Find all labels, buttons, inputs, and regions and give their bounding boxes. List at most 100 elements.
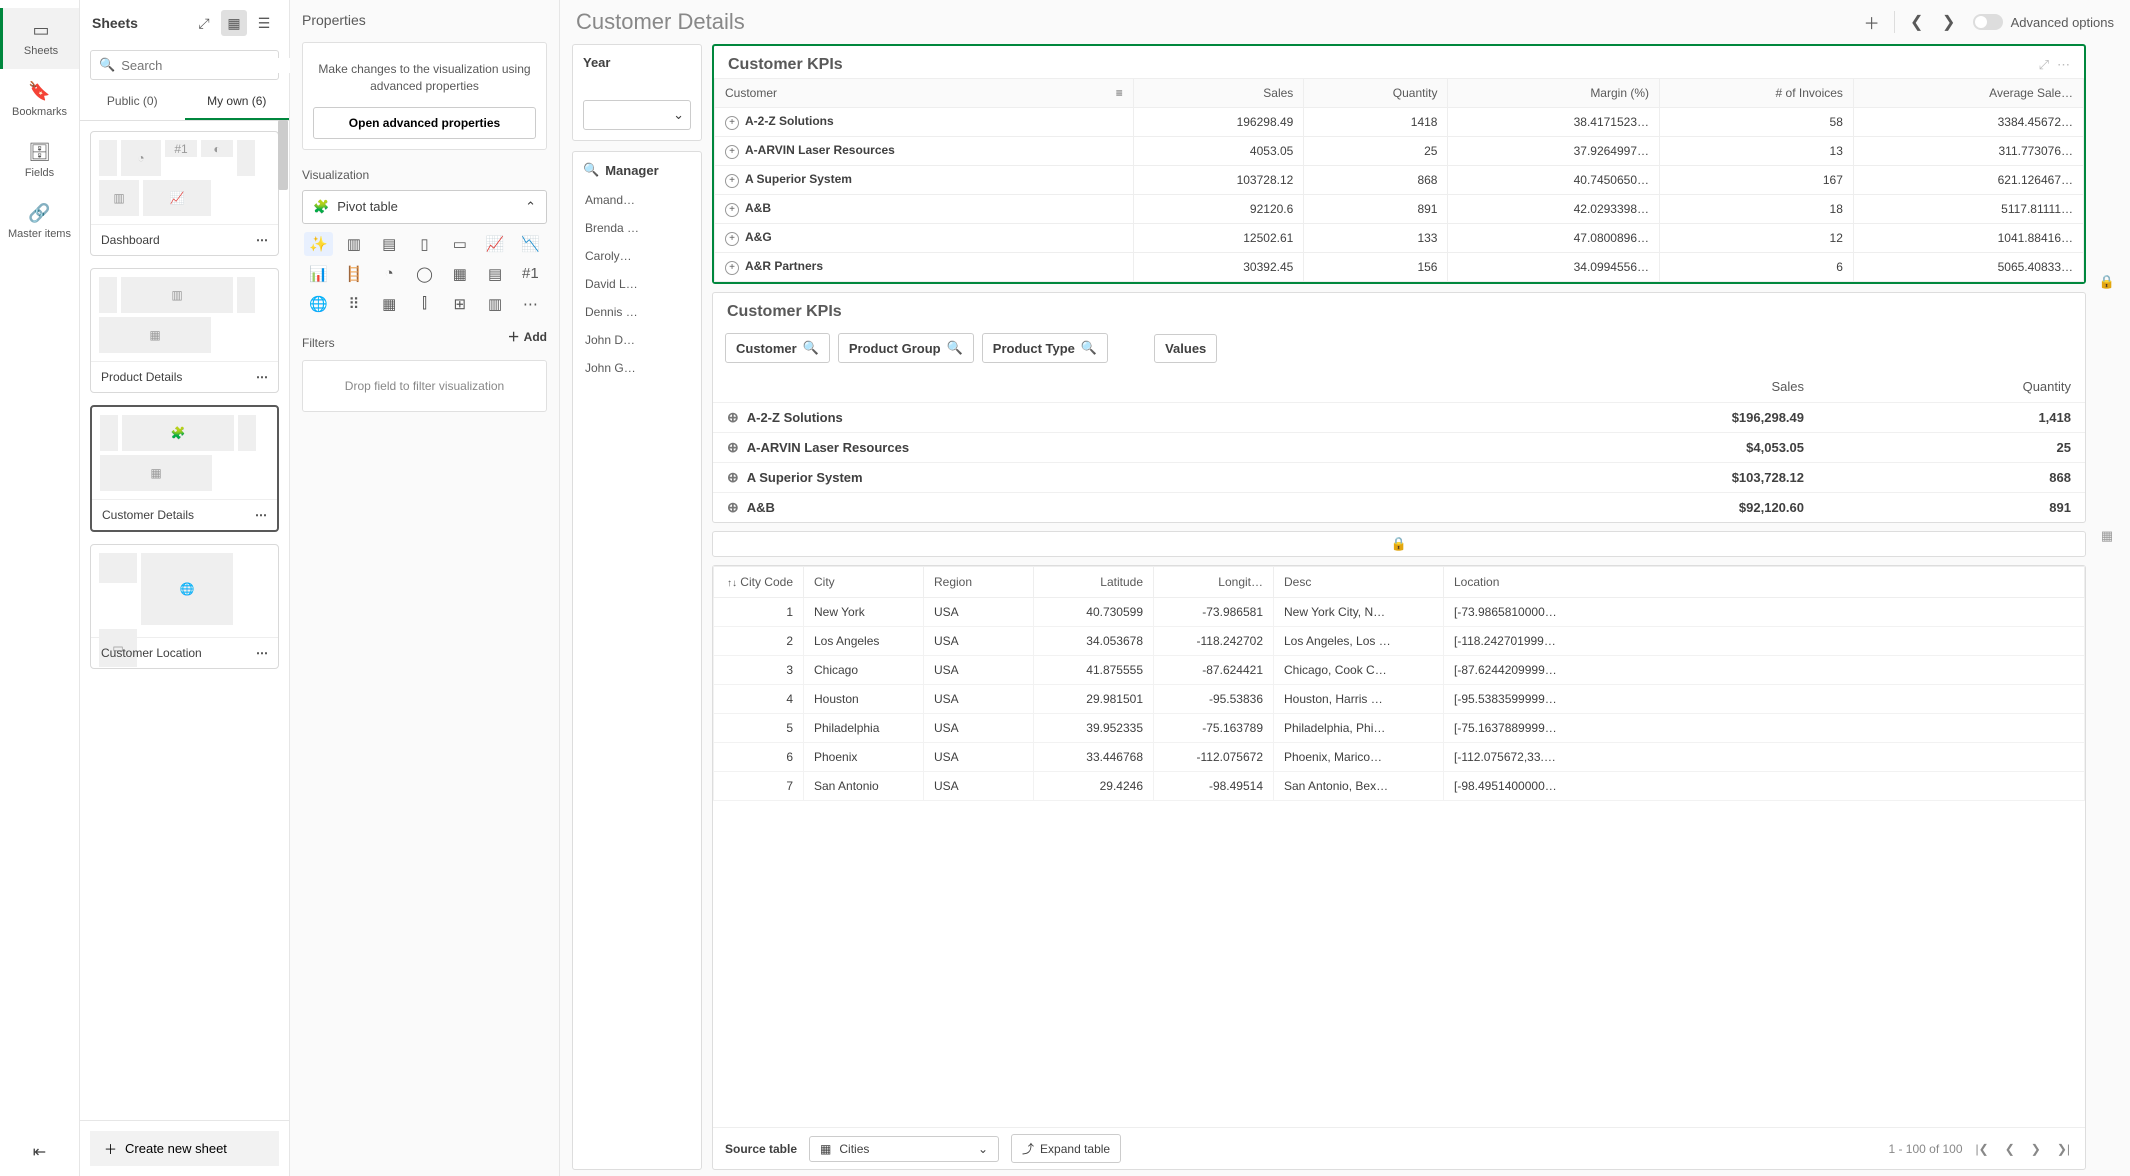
table-row[interactable]: +A&G12502.6113347.0800896…121041.88416… (715, 224, 2084, 253)
page-last-icon[interactable]: ❯| (2054, 1142, 2073, 1156)
prev-sheet-button[interactable]: ❮ (1903, 8, 1931, 36)
table-row[interactable]: ⊕A-2-Z Solutions$196,298.491,418 (713, 403, 2085, 433)
search-icon[interactable]: 🔍 (583, 162, 599, 178)
table-row[interactable]: 4HoustonUSA29.981501-95.53836Houston, Ha… (714, 685, 2085, 714)
column-header[interactable]: Quantity (1304, 79, 1448, 108)
column-header[interactable]: Longit… (1154, 567, 1274, 598)
next-sheet-button[interactable]: ❯ (1935, 8, 1963, 36)
table-row[interactable]: ⊕A Superior System$103,728.12868 (713, 463, 2085, 493)
viz-distribution-icon[interactable]: ⫿ (410, 292, 439, 316)
sheet-menu-icon[interactable]: ⋯ (256, 233, 268, 247)
viz-donut-icon[interactable]: ◯ (410, 262, 439, 286)
page-prev-icon[interactable]: ❮ (2002, 1142, 2018, 1156)
table-row[interactable]: 1New YorkUSA40.730599-73.986581New York … (714, 598, 2085, 627)
table-row[interactable]: 5PhiladelphiaUSA39.952335-75.163789Phila… (714, 714, 2085, 743)
pill-product-group[interactable]: Product Group🔍 (838, 333, 974, 363)
open-advanced-button[interactable]: Open advanced properties (313, 107, 536, 139)
sidebar-item-bookmarks[interactable]: 🔖Bookmarks (0, 69, 79, 130)
list-item[interactable]: Amand… (583, 186, 691, 214)
create-sheet-button[interactable]: ＋Create new sheet (90, 1131, 279, 1166)
viz-type-select[interactable]: 🧩 Pivot table ⌃ (302, 190, 547, 224)
table-row[interactable]: 3ChicagoUSA41.875555-87.624421Chicago, C… (714, 656, 2085, 685)
search-input-wrap[interactable]: 🔍 (90, 50, 279, 80)
page-title[interactable]: Customer Details (576, 9, 1856, 35)
viz-bar-icon[interactable]: ▥ (339, 232, 368, 256)
column-header[interactable]: Customer ≡ (715, 79, 1134, 108)
advanced-toggle[interactable] (1973, 14, 2003, 30)
filter-dropzone[interactable]: Drop field to filter visualization (302, 360, 547, 412)
tab-myown[interactable]: My own (6) (185, 84, 290, 120)
pill-product-type[interactable]: Product Type🔍 (982, 333, 1108, 363)
table-row[interactable]: +A Superior System103728.1286840.7450650… (715, 166, 2084, 195)
column-header[interactable]: Margin (%) (1448, 79, 1660, 108)
tab-public[interactable]: Public (0) (80, 84, 185, 120)
expand-icon[interactable]: ⤢ (191, 10, 217, 36)
source-table-select[interactable]: ▦Cities⌄ (809, 1136, 999, 1162)
column-header[interactable]: Desc (1274, 567, 1444, 598)
column-header[interactable]: City (804, 567, 924, 598)
list-item[interactable]: John G… (583, 354, 691, 382)
viz-button-icon[interactable]: ▭ (445, 232, 474, 256)
pill-customer[interactable]: Customer🔍 (725, 333, 830, 363)
viz-treemap-icon[interactable]: ▦ (375, 292, 404, 316)
viz-waterfall-icon[interactable]: 🪜 (339, 262, 368, 286)
expand-table-button[interactable]: ⤴Expand table (1011, 1134, 1121, 1163)
viz-scatter-icon[interactable]: ⠿ (339, 292, 368, 316)
cities-table-card[interactable]: ↑↓ City CodeCityRegionLatitudeLongit…Des… (712, 565, 2086, 1170)
viz-line-icon[interactable]: 📈 (480, 232, 509, 256)
list-item[interactable]: Brenda … (583, 214, 691, 242)
table-row[interactable]: +A-2-Z Solutions196298.49141838.4171523…… (715, 108, 2084, 137)
list-item[interactable]: John D… (583, 326, 691, 354)
sidebar-item-fields[interactable]: 🗄Fields (0, 130, 79, 191)
more-icon[interactable]: ⋯ (2057, 57, 2070, 73)
viz-map-icon[interactable]: 🌐 (304, 292, 333, 316)
table-row[interactable]: 7San AntonioUSA29.4246-98.49514San Anton… (714, 772, 2085, 801)
column-header[interactable]: ↑↓ City Code (714, 567, 804, 598)
fullscreen-icon[interactable]: ⤢ (2039, 57, 2049, 73)
table-row[interactable]: +A-ARVIN Laser Resources4053.052537.9264… (715, 137, 2084, 166)
viz-bullet-icon[interactable]: ▯ (410, 232, 439, 256)
column-header[interactable]: Region (924, 567, 1034, 598)
locked-panel[interactable]: 🔒 (712, 531, 2086, 557)
column-header[interactable]: Sales (1133, 79, 1304, 108)
table-row[interactable]: ⊕A-ARVIN Laser Resources$4,053.0525 (713, 433, 2085, 463)
viz-stackedbar-icon[interactable]: ▤ (375, 232, 404, 256)
table-row[interactable]: +A&B92120.689142.0293398…185117.81111… (715, 195, 2084, 224)
viz-pivot-icon[interactable]: ▤ (480, 262, 509, 286)
collapse-sidebar-button[interactable]: ⇤ (19, 1128, 60, 1176)
viz-kpi-icon[interactable]: #1 (516, 262, 545, 286)
sheet-card-product[interactable]: ▥ ▦ Product Details⋯ (90, 268, 279, 393)
viz-combo-icon[interactable]: 📊 (304, 262, 333, 286)
page-next-icon[interactable]: ❯ (2028, 1142, 2044, 1156)
table-row[interactable]: 6PhoenixUSA33.446768-112.075672Phoenix, … (714, 743, 2085, 772)
list-item[interactable]: Dennis … (583, 298, 691, 326)
sheet-card-customer[interactable]: 🧩 ▦ Customer Details⋯ (90, 405, 279, 532)
viz-histogram-icon[interactable]: ▥ (480, 292, 509, 316)
sheet-card-location[interactable]: 🌐 ▭ Customer Location⋯ (90, 544, 279, 669)
pill-values[interactable]: Values (1154, 334, 1217, 363)
add-filter-button[interactable]: ＋Add (508, 328, 547, 345)
viz-area-icon[interactable]: 📉 (516, 232, 545, 256)
table-row[interactable]: +A&R Partners30392.4515634.0994556…65065… (715, 253, 2084, 282)
sheet-menu-icon[interactable]: ⋯ (255, 508, 267, 522)
add-button[interactable]: ＋ (1858, 8, 1886, 36)
table-row[interactable]: 2Los AngelesUSA34.053678-118.242702Los A… (714, 627, 2085, 656)
viz-more-icon[interactable]: ⋯ (516, 292, 545, 316)
sidebar-item-sheets[interactable]: ▭Sheets (0, 8, 79, 69)
sheet-menu-icon[interactable]: ⋯ (256, 646, 268, 660)
viz-auto-icon[interactable]: ✨ (304, 232, 333, 256)
viz-pie-icon[interactable]: ◔ (375, 262, 404, 286)
column-header[interactable]: Average Sale… (1853, 79, 2083, 108)
viz-table-icon[interactable]: ▦ (445, 262, 474, 286)
grid-view-icon[interactable]: ▦ (221, 10, 247, 36)
column-header[interactable]: # of Invoices (1660, 79, 1854, 108)
year-dropdown[interactable]: ⌄ (583, 100, 691, 130)
table-icon[interactable]: ▦ (2101, 528, 2113, 544)
sheet-menu-icon[interactable]: ⋯ (256, 370, 268, 384)
customer-kpi-pivot[interactable]: Customer KPIs Customer🔍 Product Group🔍 P… (712, 292, 2086, 523)
customer-kpi-table[interactable]: Customer KPIs ⤢⋯ Customer ≡SalesQuantity… (712, 44, 2086, 284)
list-view-icon[interactable]: ☰ (251, 10, 277, 36)
page-first-icon[interactable]: |❮ (1973, 1142, 1992, 1156)
sheet-card-dashboard[interactable]: ◔#1◐ ▥📈 Dashboard⋯ (90, 131, 279, 256)
search-input[interactable] (121, 58, 297, 73)
